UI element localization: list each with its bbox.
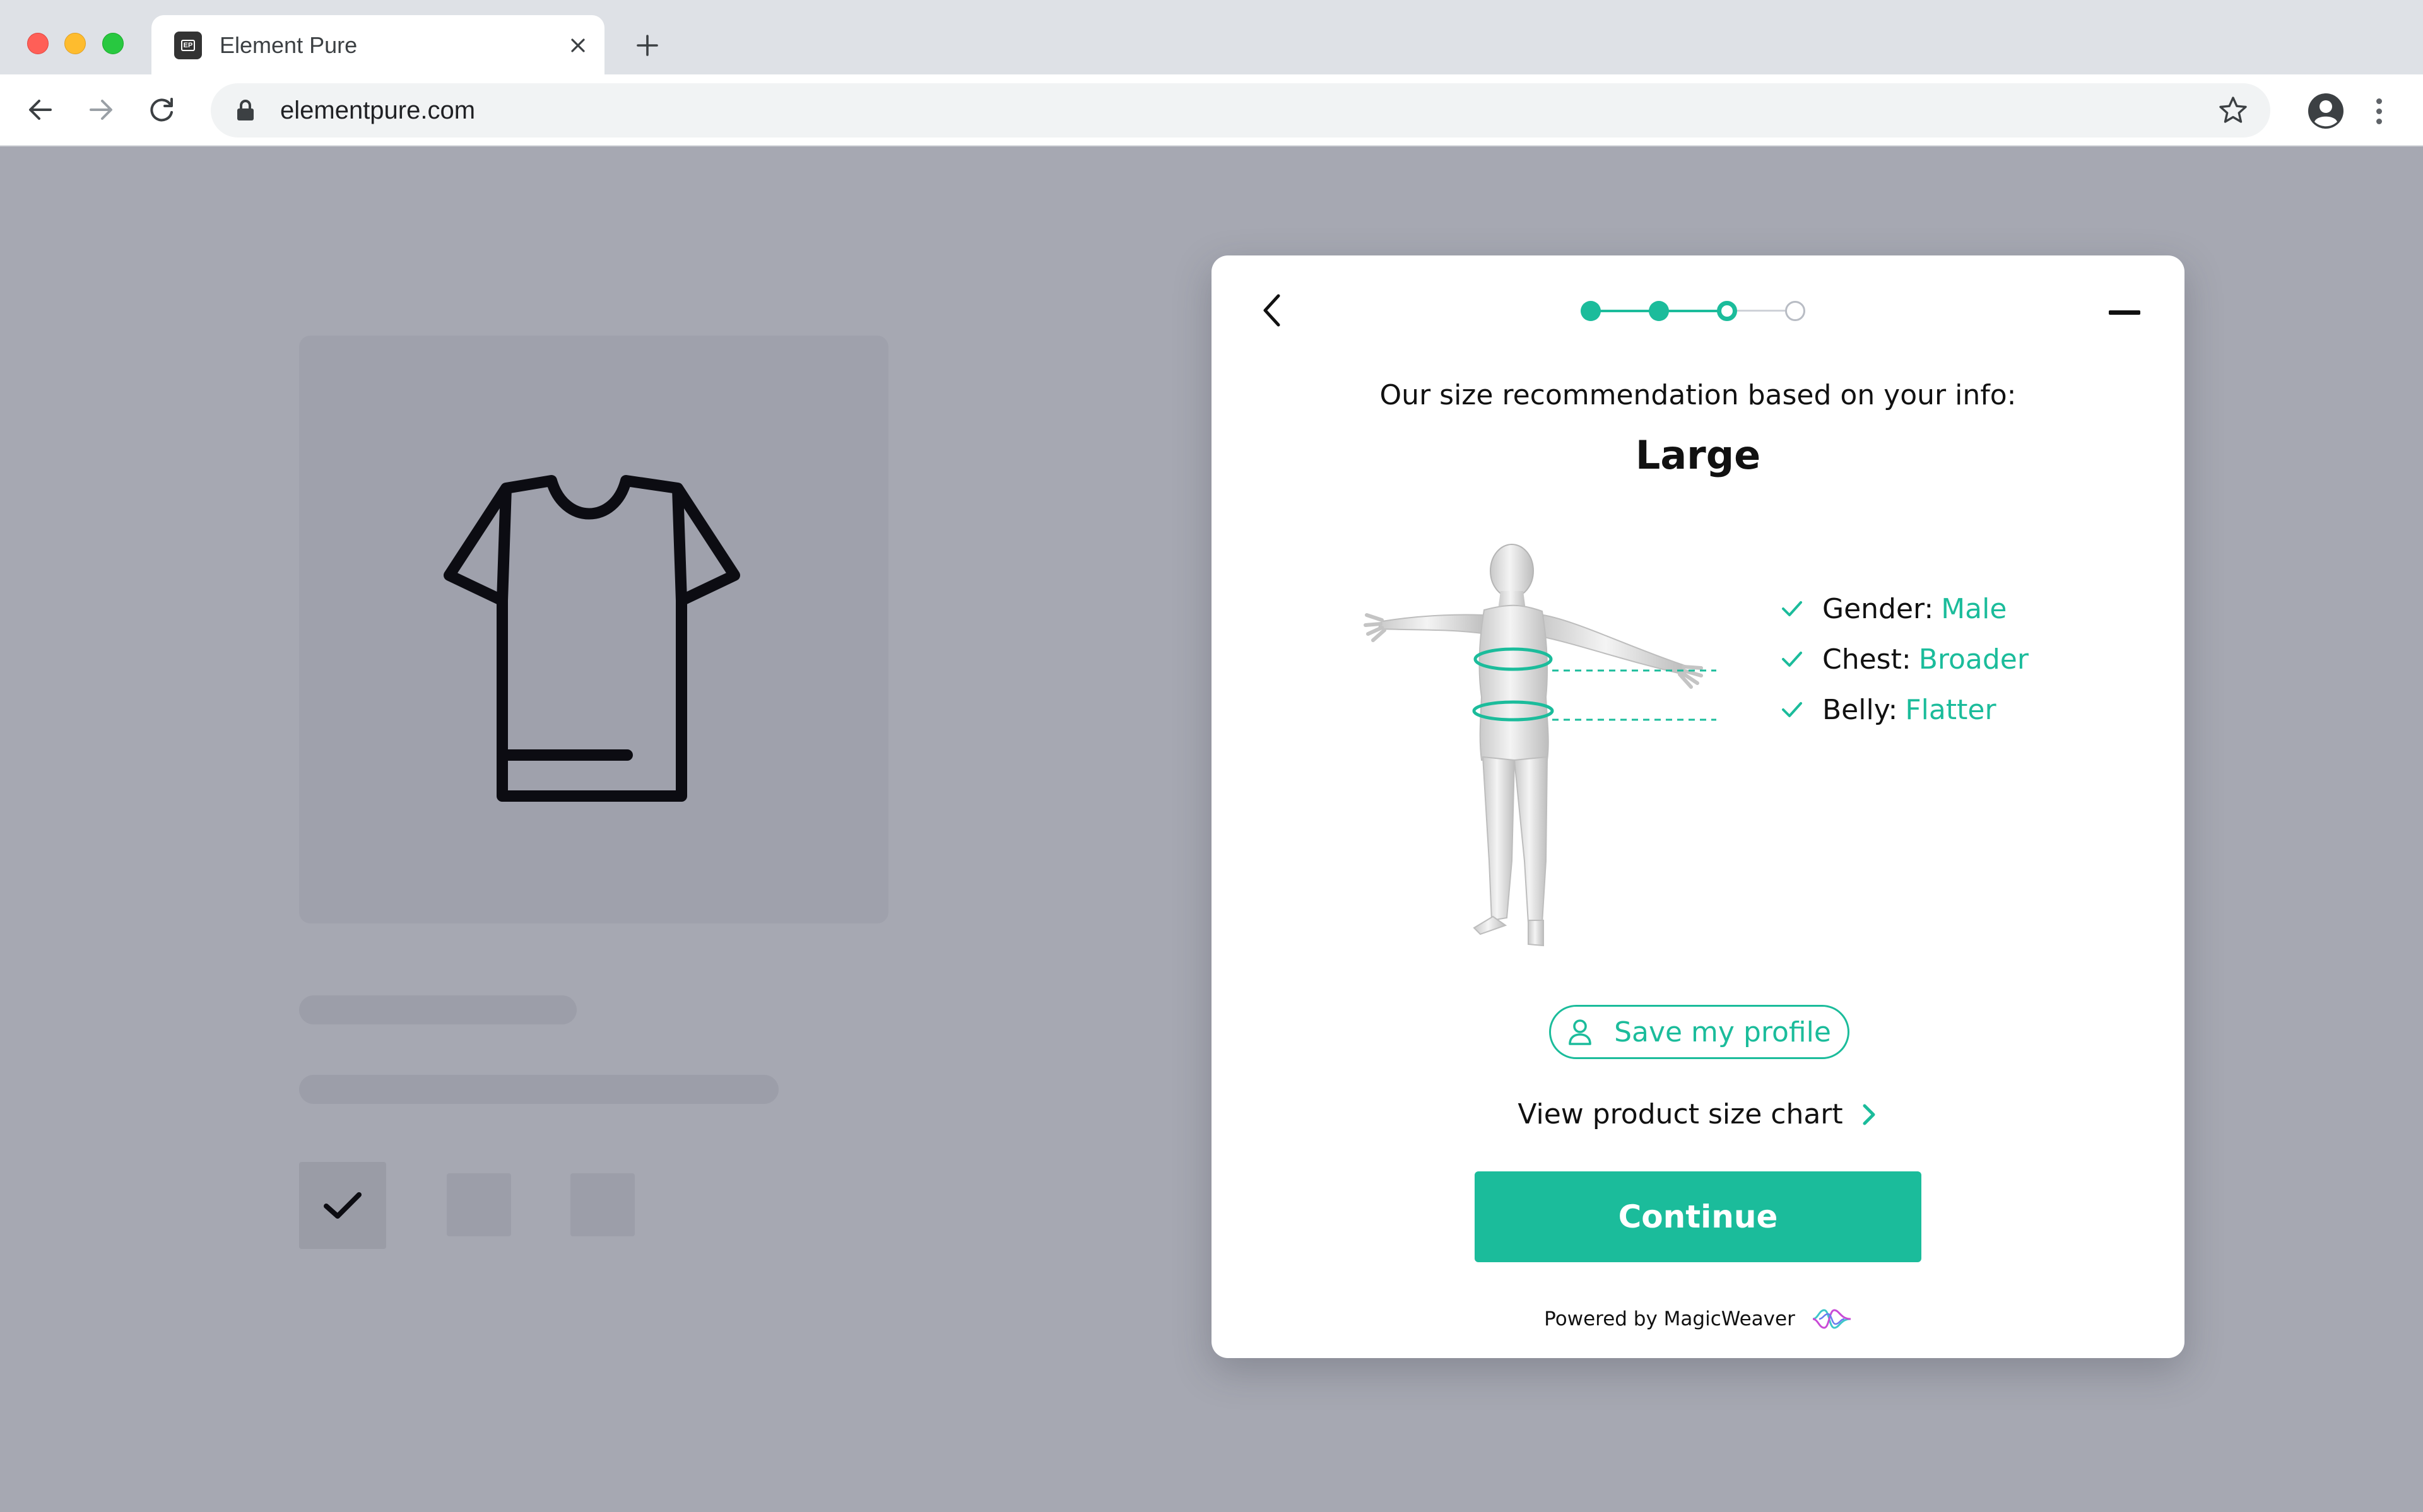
product-title-placeholder bbox=[299, 995, 577, 1024]
size-chart-label: View product size chart bbox=[1518, 1098, 1843, 1130]
step-current bbox=[1717, 301, 1737, 321]
star-icon[interactable] bbox=[2217, 95, 2249, 126]
close-icon bbox=[571, 38, 585, 52]
tab-title: Element Pure bbox=[220, 32, 358, 58]
attribute-label: Belly: bbox=[1822, 693, 1898, 726]
step-upcoming bbox=[1785, 301, 1805, 321]
size-option-selected[interactable] bbox=[299, 1162, 386, 1249]
size-option[interactable] bbox=[570, 1173, 635, 1236]
lock-icon bbox=[237, 100, 254, 120]
checkmark-icon bbox=[324, 1192, 362, 1219]
save-profile-button[interactable]: Save my profile bbox=[1549, 1005, 1849, 1059]
product-image bbox=[299, 336, 888, 923]
chevron-left-icon bbox=[1263, 294, 1280, 327]
address-bar[interactable]: elementpure.com bbox=[211, 83, 2270, 138]
size-option[interactable] bbox=[447, 1173, 511, 1236]
plus-icon bbox=[637, 35, 658, 56]
url-text: elementpure.com bbox=[280, 97, 476, 124]
attribute-gender: Gender: Male bbox=[1779, 590, 2007, 628]
attribute-value: Flatter bbox=[1905, 693, 1996, 726]
minimize-window-button[interactable] bbox=[64, 33, 86, 54]
modal-back-button[interactable] bbox=[1256, 288, 1287, 332]
forward-icon bbox=[90, 100, 112, 120]
browser-tabbar: EP Element Pure bbox=[0, 0, 2423, 76]
step-completed bbox=[1649, 301, 1669, 321]
attribute-value: Male bbox=[1941, 592, 2007, 625]
maximize-window-button[interactable] bbox=[102, 33, 124, 54]
powered-by-label: Powered by MagicWeaver bbox=[1544, 1308, 1795, 1330]
chevron-right-icon bbox=[1863, 1104, 1875, 1125]
check-icon bbox=[1782, 702, 1802, 717]
browser-toolbar: elementpure.com bbox=[0, 74, 2423, 146]
profile-icon[interactable] bbox=[2307, 92, 2345, 130]
body-model-image bbox=[1364, 544, 1716, 947]
step-completed bbox=[1581, 301, 1601, 321]
powered-by: Powered by MagicWeaver bbox=[1212, 1306, 2184, 1332]
user-icon bbox=[1569, 1019, 1591, 1045]
check-icon bbox=[1782, 652, 1802, 667]
tab-close-button[interactable] bbox=[564, 32, 592, 59]
minimize-modal-button[interactable] bbox=[2102, 293, 2147, 331]
back-icon bbox=[29, 100, 52, 120]
close-window-button[interactable] bbox=[27, 33, 49, 54]
attribute-chest: Chest: Broader bbox=[1779, 640, 2029, 678]
save-profile-label: Save my profile bbox=[1614, 1016, 1831, 1048]
product-description-placeholder bbox=[299, 1075, 779, 1104]
tshirt-icon bbox=[444, 475, 740, 802]
magicweaver-logo-icon bbox=[1812, 1309, 1851, 1329]
site-favicon-icon: EP bbox=[174, 32, 202, 59]
new-tab-button[interactable] bbox=[628, 29, 666, 62]
attribute-label: Chest: bbox=[1822, 643, 1911, 676]
size-recommendation-modal: Our size recommendation based on your in… bbox=[1212, 255, 2184, 1358]
attribute-value: Broader bbox=[1918, 643, 2029, 676]
reload-icon bbox=[150, 98, 173, 122]
reload-button[interactable] bbox=[141, 90, 182, 130]
attribute-belly: Belly: Flatter bbox=[1779, 691, 1996, 729]
check-icon bbox=[1782, 601, 1802, 616]
attribute-label: Gender: bbox=[1822, 592, 1934, 625]
recommendation-heading: Our size recommendation based on your in… bbox=[1379, 379, 2017, 411]
back-button[interactable] bbox=[20, 90, 61, 130]
continue-button[interactable]: Continue bbox=[1475, 1171, 1921, 1262]
more-menu-button[interactable] bbox=[2366, 92, 2391, 130]
browser-tab[interactable]: EP Element Pure bbox=[151, 15, 604, 76]
progress-stepper bbox=[1581, 295, 1808, 326]
size-chart-link[interactable]: View product size chart bbox=[1212, 1098, 2184, 1130]
forward-button[interactable] bbox=[81, 90, 121, 130]
recommended-size: Large bbox=[1635, 432, 1761, 478]
